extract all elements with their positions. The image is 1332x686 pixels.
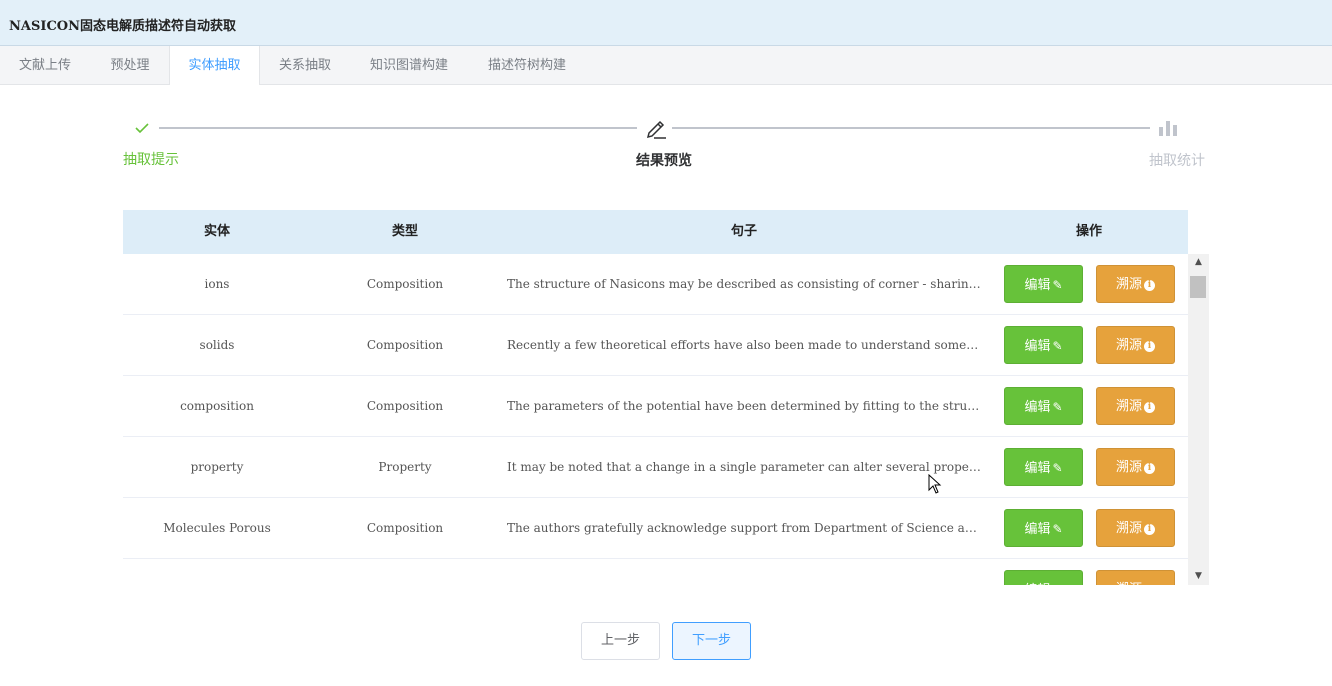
entity-table: 实体 类型 句子 操作 ions Composition The structu… <box>123 210 1209 585</box>
sentence-cell: The parameters of the potential have bee… <box>507 399 981 413</box>
entity-cell: property <box>190 460 244 474</box>
entity-cell: composition <box>180 399 254 413</box>
sentence-cell <box>507 559 981 585</box>
header-type: 类型 <box>391 224 418 239</box>
tab-relation-extraction[interactable]: 关系抽取 <box>260 46 350 85</box>
info-icon: i <box>1144 341 1155 352</box>
info-icon: i <box>1144 524 1155 535</box>
entity-cell: ions <box>204 277 230 291</box>
app-header: NASICON固态电解质描述符自动获取 <box>0 0 1332 46</box>
info-icon: i <box>1144 280 1155 291</box>
tab-literature-upload[interactable]: 文献上传 <box>0 46 90 85</box>
header-entity: 实体 <box>203 224 230 239</box>
type-cell: Composition <box>366 277 444 291</box>
trace-button[interactable]: 溯源i <box>1096 326 1175 364</box>
trace-button[interactable]: 溯源i <box>1096 265 1175 303</box>
type-cell <box>311 559 499 585</box>
edit-label: 编辑 <box>1024 461 1051 476</box>
edit-button[interactable]: 编辑✎ <box>1004 509 1083 547</box>
edit-icon: ✎ <box>1052 583 1062 585</box>
edit-button[interactable]: 编辑✎ <box>1004 265 1083 303</box>
table-scrollbar[interactable]: ▲ ▼ <box>1188 254 1209 585</box>
trace-button[interactable]: 溯源i <box>1096 509 1175 547</box>
table-row: composition Composition The parameters o… <box>123 376 1188 437</box>
entity-cell: Molecules Porous <box>163 521 271 535</box>
tab-descriptor-tree[interactable]: 描述符树构建 <box>468 46 586 85</box>
tab-bar: 文献上传 预处理 实体抽取 关系抽取 知识图谱构建 描述符树构建 <box>0 46 1332 85</box>
type-cell: Property <box>378 460 432 474</box>
edit-icon: ✎ <box>1052 522 1063 536</box>
edit-icon <box>646 120 666 139</box>
edit-label: 编辑 <box>1024 278 1051 293</box>
edit-label: 编辑 <box>1024 583 1050 585</box>
scroll-up-arrow-icon[interactable]: ▲ <box>1188 254 1209 271</box>
edit-label: 编辑 <box>1024 522 1051 537</box>
trace-label: 溯源 <box>1115 460 1142 475</box>
header-sentence: 句子 <box>730 224 757 239</box>
info-icon: i <box>1144 402 1155 413</box>
trace-label: 溯源 <box>1115 521 1142 536</box>
entity-cell <box>123 559 311 585</box>
type-cell: Composition <box>366 338 444 352</box>
edit-button[interactable]: 编辑✎ <box>1004 387 1083 425</box>
edit-button[interactable]: 编辑✎ <box>1004 448 1083 486</box>
type-cell: Composition <box>366 399 444 413</box>
entity-cell: solids <box>199 338 235 352</box>
trace-button[interactable]: 溯源i <box>1096 448 1175 486</box>
tab-entity-extraction[interactable]: 实体抽取 <box>169 46 260 85</box>
trace-label: 溯源 <box>1115 338 1142 353</box>
edit-label: 编辑 <box>1024 339 1051 354</box>
edit-icon: ✎ <box>1052 339 1063 353</box>
trace-button[interactable]: 溯源i <box>1096 570 1175 585</box>
header-action: 操作 <box>1075 224 1102 239</box>
edit-button[interactable]: 编辑✎ <box>1004 326 1083 364</box>
trace-button[interactable]: 溯源i <box>1096 387 1175 425</box>
edit-button[interactable]: 编辑✎ <box>1004 570 1083 585</box>
table-row: Molecules Porous Composition The authors… <box>123 498 1188 559</box>
mouse-cursor-icon <box>928 474 942 494</box>
table-row: solids Composition Recently a few theore… <box>123 315 1188 376</box>
tab-knowledge-graph[interactable]: 知识图谱构建 <box>350 46 468 85</box>
trace-label: 溯源 <box>1116 582 1142 585</box>
table-row: 编辑✎ 溯源i <box>123 559 1188 585</box>
sentence-cell: Recently a few theoretical efforts have … <box>507 338 981 352</box>
trace-label: 溯源 <box>1115 277 1142 292</box>
scroll-down-arrow-icon[interactable]: ▼ <box>1188 568 1209 585</box>
next-step-button[interactable]: 下一步 <box>672 622 751 660</box>
prev-step-button[interactable]: 上一步 <box>581 622 660 660</box>
edit-label: 编辑 <box>1024 400 1051 415</box>
step-label-result-preview: 结果预览 <box>636 153 692 169</box>
scroll-thumb[interactable] <box>1190 276 1206 298</box>
tab-preprocess[interactable]: 预处理 <box>90 46 170 85</box>
step-line-1 <box>159 127 637 129</box>
edit-icon: ✎ <box>1052 278 1063 292</box>
check-icon <box>135 123 149 134</box>
sentence-cell: The authors gratefully acknowledge suppo… <box>507 521 981 535</box>
info-icon: i <box>1144 463 1155 474</box>
step-line-2 <box>672 127 1150 129</box>
sentence-cell: The structure of Nasicons may be describ… <box>507 277 981 291</box>
sentence-cell: It may be noted that a change in a singl… <box>507 460 981 474</box>
table-header: 实体 类型 句子 操作 <box>123 210 1188 254</box>
edit-icon: ✎ <box>1052 400 1063 414</box>
table-row: ions Composition The structure of Nasico… <box>123 254 1188 315</box>
app-title: NASICON固态电解质描述符自动获取 <box>9 19 236 34</box>
table-row: property Property It may be noted that a… <box>123 437 1188 498</box>
type-cell: Composition <box>366 521 444 535</box>
bar-chart-icon <box>1159 121 1177 136</box>
step-label-extract-stats: 抽取统计 <box>1149 153 1205 169</box>
edit-icon: ✎ <box>1052 461 1063 475</box>
table-body[interactable]: ions Composition The structure of Nasico… <box>123 254 1188 585</box>
step-label-extract-hint: 抽取提示 <box>123 152 179 168</box>
trace-label: 溯源 <box>1115 399 1142 414</box>
